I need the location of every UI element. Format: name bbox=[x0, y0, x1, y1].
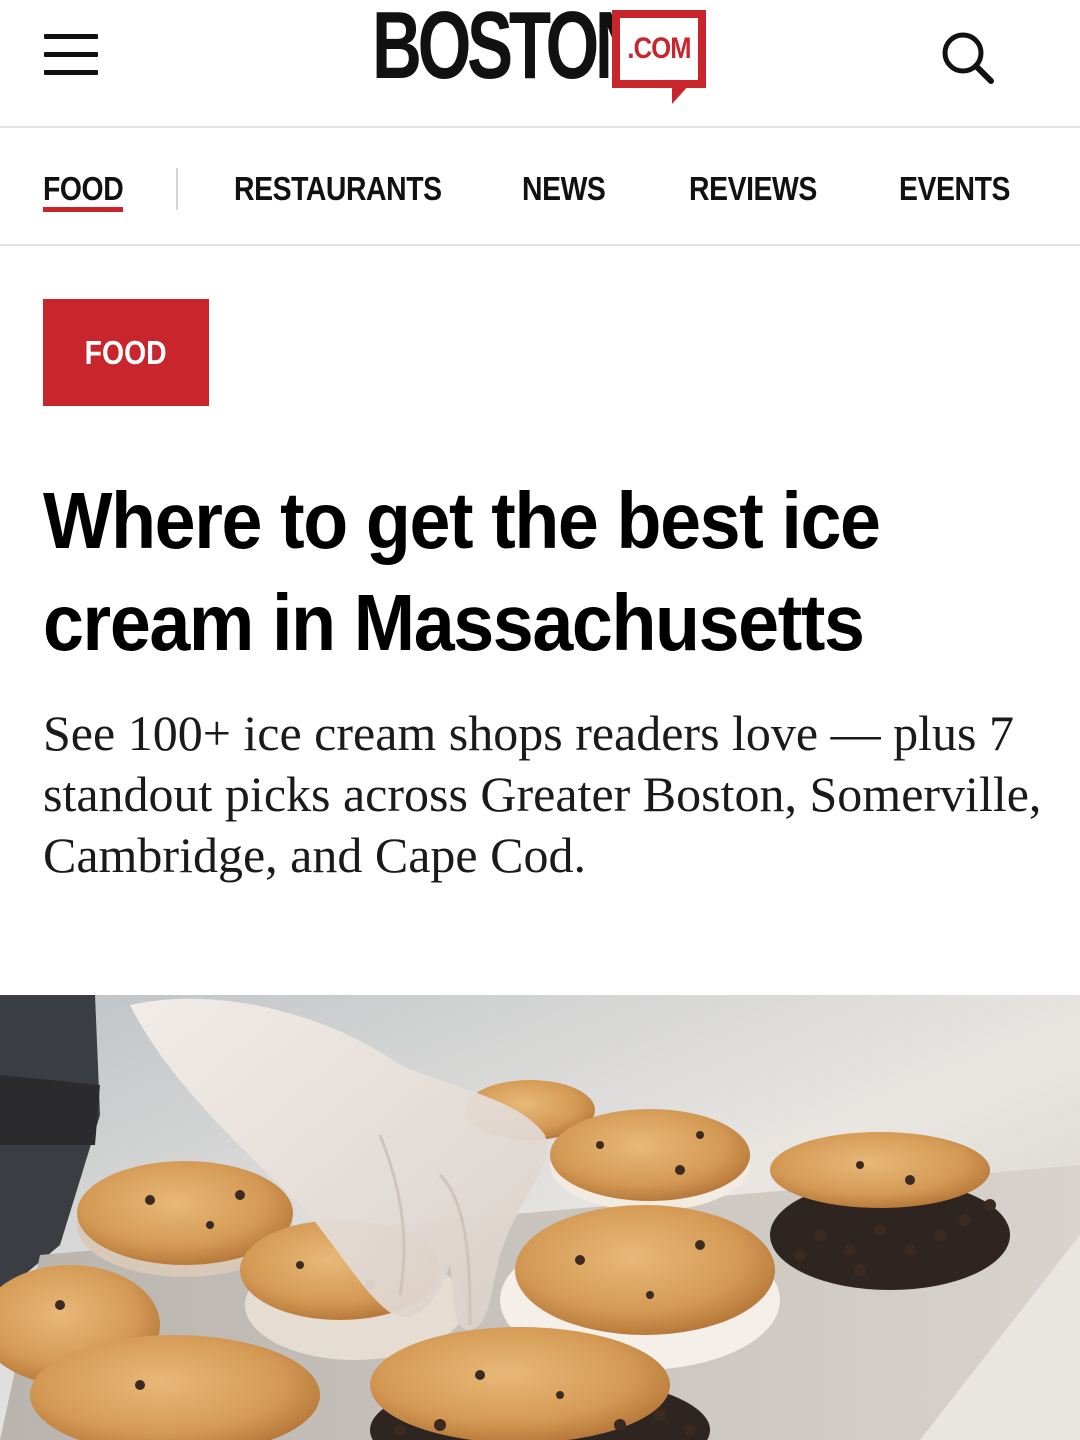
category-tag[interactable]: FOOD bbox=[43, 299, 209, 406]
hero-image bbox=[0, 995, 1080, 1440]
nav-divider bbox=[176, 168, 178, 210]
nav-item-events[interactable]: EVENTS bbox=[899, 170, 1010, 208]
site-logo[interactable]: BOSTON .COM bbox=[372, 0, 712, 104]
nav-item-restaurants[interactable]: RESTAURANTS bbox=[234, 170, 442, 208]
logo-wordmark: BOSTON bbox=[372, 0, 645, 99]
section-nav: FOOD RESTAURANTS NEWS REVIEWS EVENTS bbox=[0, 130, 1080, 246]
logo-com-badge: .COM bbox=[612, 10, 706, 88]
logo-speech-tail bbox=[672, 84, 690, 104]
search-icon[interactable] bbox=[938, 28, 998, 88]
site-header: BOSTON .COM bbox=[0, 0, 1080, 128]
category-tag-label: FOOD bbox=[85, 333, 167, 371]
nav-item-food[interactable]: FOOD bbox=[43, 170, 124, 208]
nav-active-underline bbox=[43, 207, 123, 212]
hamburger-menu-icon[interactable] bbox=[44, 34, 98, 78]
nav-item-reviews[interactable]: REVIEWS bbox=[689, 170, 817, 208]
article-dek: See 100+ ice cream shops readers love — … bbox=[43, 705, 1042, 883]
nav-item-news[interactable]: NEWS bbox=[522, 170, 606, 208]
article-headline: Where to get the best ice cream in Massa… bbox=[43, 476, 881, 667]
